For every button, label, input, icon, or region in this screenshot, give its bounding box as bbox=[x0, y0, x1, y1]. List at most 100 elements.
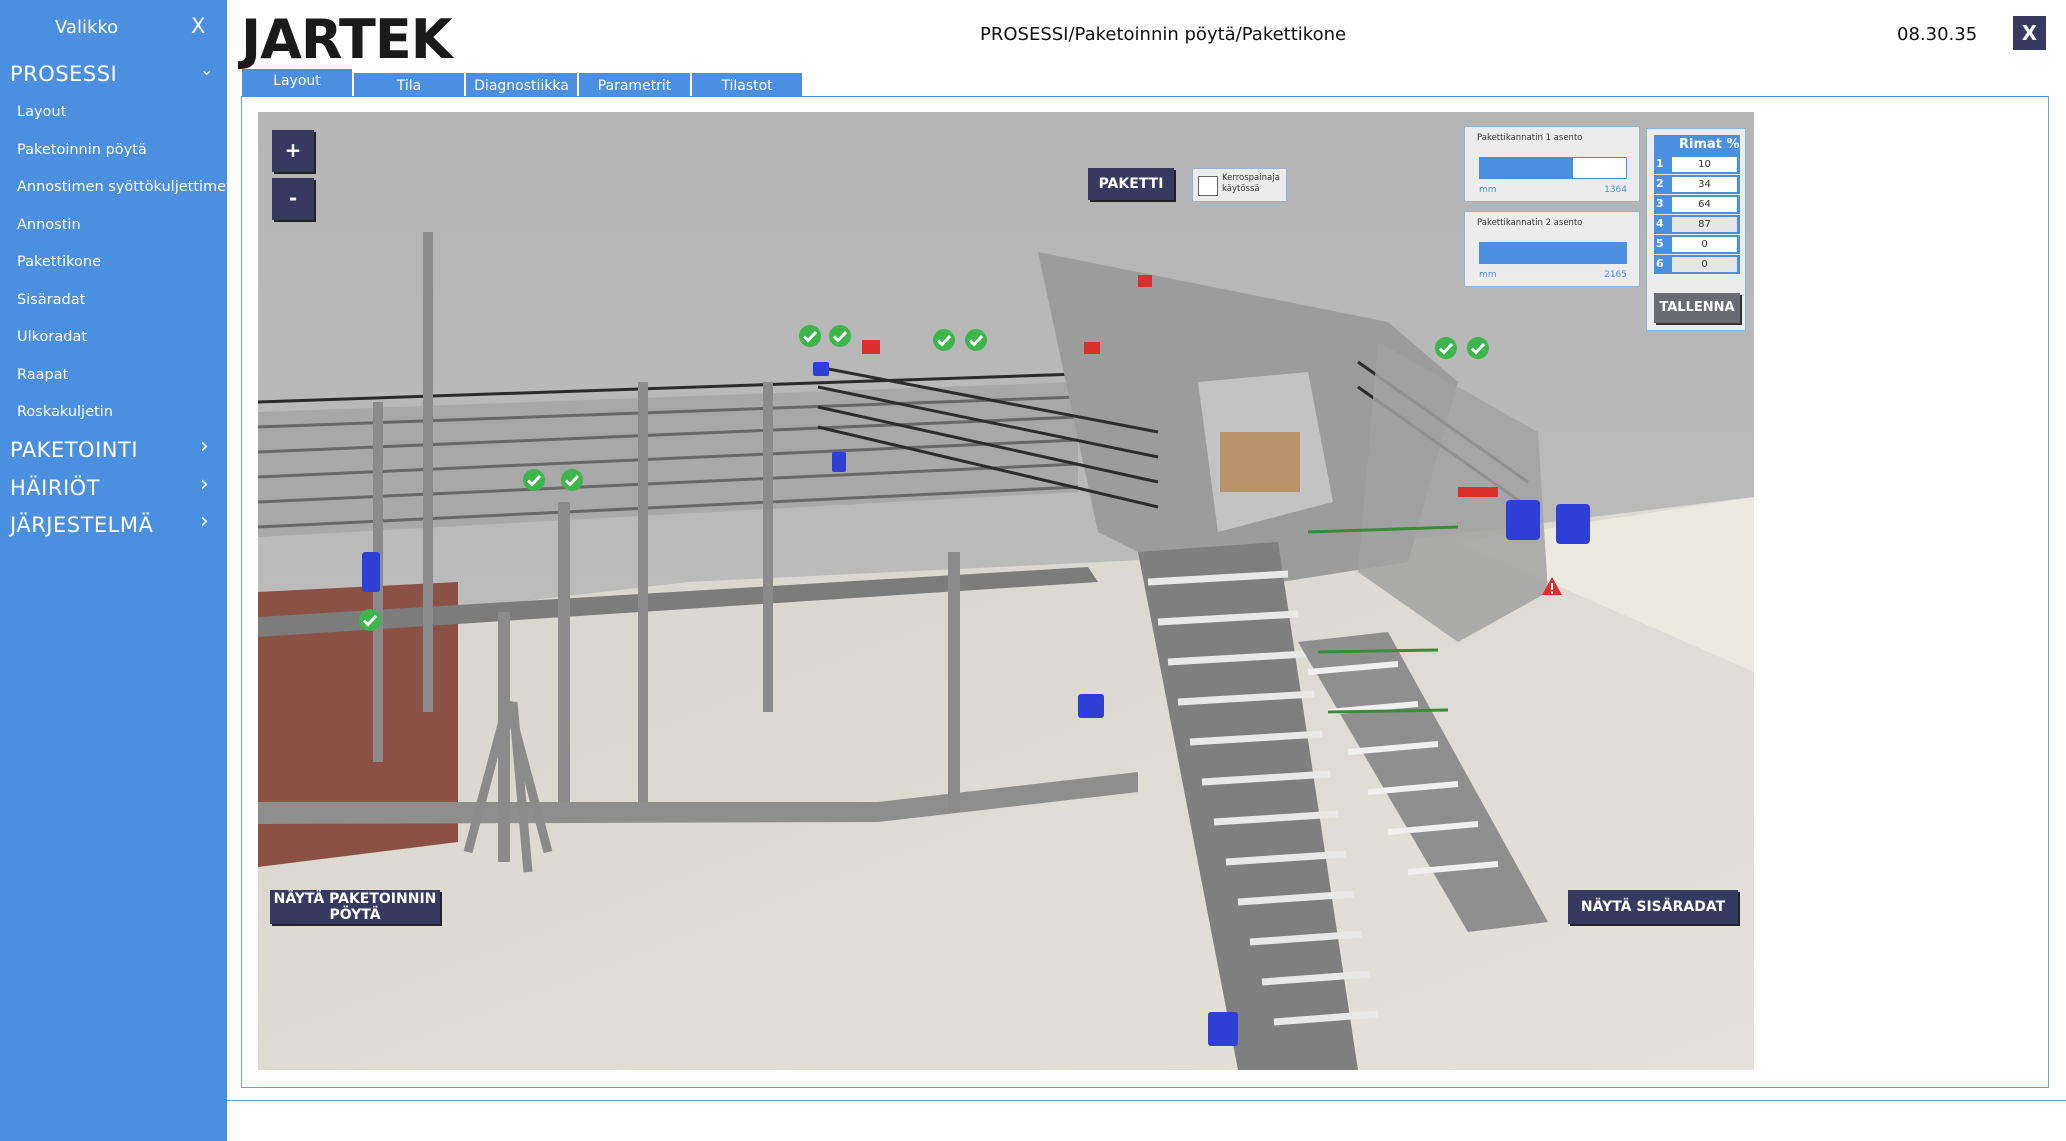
pakettikannatin-1-position-panel: Pakettikannatin 1 asento mm 1364 bbox=[1464, 126, 1640, 202]
rimat-row: 50 bbox=[1654, 235, 1740, 254]
sidebar-item-label: Annostimen syöttökuljettimet bbox=[17, 179, 232, 195]
show-packaging-table-label-line2: PÖYTÄ bbox=[329, 907, 381, 923]
rimat-row-number: 3 bbox=[1656, 197, 1664, 210]
warning-icon bbox=[1542, 577, 1562, 595]
sidebar-section-label: JÄRJESTELMÄ bbox=[10, 513, 154, 537]
rimat-header: Rimat % bbox=[1654, 135, 1740, 155]
rimat-row: 3 64 bbox=[1654, 195, 1740, 214]
chevron-down-icon: ⌄ bbox=[200, 60, 214, 79]
chevron-right-icon: › bbox=[200, 472, 209, 497]
check-ok-icon bbox=[799, 325, 821, 347]
chevron-right-icon: › bbox=[200, 434, 209, 459]
sidebar-item-ulkoradat[interactable]: Ulkoradat bbox=[0, 321, 227, 355]
tab-tilastot[interactable]: Tilastot bbox=[692, 73, 803, 97]
sidebar-item-label: Raapat bbox=[17, 367, 69, 383]
position-bar bbox=[1479, 242, 1627, 264]
sidebar-section-paketointi[interactable]: PAKETOINTI › bbox=[0, 432, 227, 468]
zoom-out-button[interactable]: - bbox=[272, 178, 314, 220]
position-unit: mm bbox=[1479, 185, 1497, 195]
sidebar-header: Valikko X bbox=[0, 0, 227, 56]
chevron-right-icon: › bbox=[200, 509, 209, 534]
tab-tila[interactable]: Tila bbox=[354, 73, 465, 97]
check-ok-icon bbox=[561, 469, 583, 491]
kerrospainaja-label-line2: käytössä bbox=[1222, 184, 1260, 194]
check-ok-icon bbox=[359, 609, 381, 631]
sidebar-item-label: Roskakuljetin bbox=[17, 404, 113, 420]
kerrospainaja-label-line1: Kerrospainaja bbox=[1222, 173, 1280, 183]
tab-layout[interactable]: Layout bbox=[242, 69, 353, 97]
layout-3d-viewport[interactable]: + - PAKETTI Kerrospainaja käytössä Paket… bbox=[258, 112, 1754, 1070]
sidebar-item-layout[interactable]: Layout bbox=[0, 96, 227, 130]
check-ok-icon bbox=[1435, 337, 1457, 359]
sidebar-item-label: Ulkoradat bbox=[17, 329, 88, 345]
rimat-value-input[interactable]: 10 bbox=[1672, 157, 1737, 172]
sidebar-item-pakettikone[interactable]: Pakettikone bbox=[0, 246, 227, 280]
tab-diagnostiikka[interactable]: Diagnostiikka bbox=[466, 73, 578, 97]
rimat-row-number: 6 bbox=[1656, 257, 1664, 270]
rimat-panel: Rimat % 1 10 2 34 3 64 4 87 50 60 TALLENNA bbox=[1646, 128, 1746, 331]
position-bar bbox=[1479, 157, 1627, 179]
check-ok-icon bbox=[933, 329, 955, 351]
breadcrumb: PROSESSI/Paketoinnin pöytä/Pakettikone bbox=[980, 24, 1347, 45]
rimat-row: 4 87 bbox=[1654, 215, 1740, 234]
clock: 08.30.35 bbox=[1897, 24, 1978, 45]
jartek-logo: JARTEK bbox=[241, 8, 453, 71]
rimat-row-number: 5 bbox=[1656, 237, 1664, 250]
sidebar-item-raapat[interactable]: Raapat bbox=[0, 359, 227, 393]
sidebar-title: Valikko bbox=[55, 17, 119, 38]
position-bar-fill bbox=[1480, 158, 1574, 178]
check-ok-icon bbox=[829, 325, 851, 347]
sidebar-item-label: Layout bbox=[17, 104, 67, 120]
rimat-row: 1 10 bbox=[1654, 155, 1740, 174]
show-inner-tracks-button[interactable]: NÄYTÄ SISÄRADAT bbox=[1568, 890, 1738, 924]
rimat-title: Rimat % bbox=[1679, 137, 1740, 152]
pakettikannatin-2-position-panel: Pakettikannatin 2 asento mm 2165 bbox=[1464, 211, 1640, 287]
sidebar-section-label: PAKETOINTI bbox=[10, 438, 139, 462]
rimat-value-input[interactable]: 34 bbox=[1672, 177, 1737, 192]
paketti-button[interactable]: PAKETTI bbox=[1088, 168, 1174, 200]
kerrospainaja-label: Kerrospainaja käytössä bbox=[1222, 173, 1280, 195]
rimat-row-number: 2 bbox=[1656, 177, 1664, 190]
sidebar-section-prosessi[interactable]: PROSESSI ⌄ bbox=[0, 56, 227, 92]
position-value: 1364 bbox=[1604, 185, 1627, 195]
save-button[interactable]: TALLENNA bbox=[1654, 293, 1740, 323]
sidebar-item-label: Sisäradat bbox=[17, 292, 86, 308]
show-packaging-table-label-line1: NÄYTÄ PAKETOINNIN bbox=[273, 891, 437, 907]
sidebar-section-label: HÄIRIÖT bbox=[10, 476, 100, 500]
rimat-row: 60 bbox=[1654, 255, 1740, 274]
position-title: Pakettikannatin 2 asento bbox=[1477, 218, 1583, 228]
rimat-value-input[interactable]: 64 bbox=[1672, 197, 1737, 212]
sidebar-item-label: Pakettikone bbox=[17, 254, 102, 270]
close-view-button[interactable]: X bbox=[2013, 16, 2046, 50]
kerrospainaja-checkbox[interactable] bbox=[1198, 176, 1218, 196]
check-ok-icon bbox=[523, 469, 545, 491]
sidebar-menu: Valikko X PROSESSI ⌄ Layout Paketoinnin … bbox=[0, 0, 232, 1141]
position-title: Pakettikannatin 1 asento bbox=[1477, 133, 1583, 143]
sidebar-close-button[interactable]: X bbox=[191, 14, 205, 38]
position-bar-fill bbox=[1480, 243, 1626, 263]
bottom-divider bbox=[227, 1100, 2066, 1101]
rimat-value-input[interactable]: 0 bbox=[1672, 257, 1737, 272]
rimat-row: 2 34 bbox=[1654, 175, 1740, 194]
sidebar-item-label: Annostin bbox=[17, 217, 81, 233]
sidebar-item-roskakuljetin[interactable]: Roskakuljetin bbox=[0, 396, 227, 430]
rimat-value-input[interactable]: 87 bbox=[1672, 217, 1737, 232]
sidebar-section-jarjestelma[interactable]: JÄRJESTELMÄ › bbox=[0, 507, 227, 543]
sidebar-item-annostin[interactable]: Annostin bbox=[0, 209, 227, 243]
position-unit: mm bbox=[1479, 270, 1497, 280]
rimat-row-number: 1 bbox=[1656, 157, 1664, 170]
kerrospainaja-toggle: Kerrospainaja käytössä bbox=[1192, 168, 1287, 202]
tab-parametrit[interactable]: Parametrit bbox=[579, 73, 691, 97]
sidebar-section-label: PROSESSI bbox=[10, 62, 118, 86]
check-ok-icon bbox=[965, 329, 987, 351]
position-value: 2165 bbox=[1604, 270, 1627, 280]
sidebar-item-annostimen-syottokuljettimet[interactable]: Annostimen syöttökuljettimet bbox=[0, 171, 232, 205]
rimat-value-input[interactable]: 0 bbox=[1672, 237, 1737, 252]
app-root: Valikko X PROSESSI ⌄ Layout Paketoinnin … bbox=[0, 0, 2066, 1141]
sidebar-item-sisaradat[interactable]: Sisäradat bbox=[0, 284, 227, 318]
sidebar-section-hairiot[interactable]: HÄIRIÖT › bbox=[0, 470, 227, 506]
show-packaging-table-button[interactable]: NÄYTÄ PAKETOINNIN PÖYTÄ bbox=[270, 890, 440, 924]
sidebar-item-paketoinnin-poyta[interactable]: Paketoinnin pöytä bbox=[0, 134, 227, 168]
check-ok-icon bbox=[1467, 337, 1489, 359]
zoom-in-button[interactable]: + bbox=[272, 130, 314, 172]
